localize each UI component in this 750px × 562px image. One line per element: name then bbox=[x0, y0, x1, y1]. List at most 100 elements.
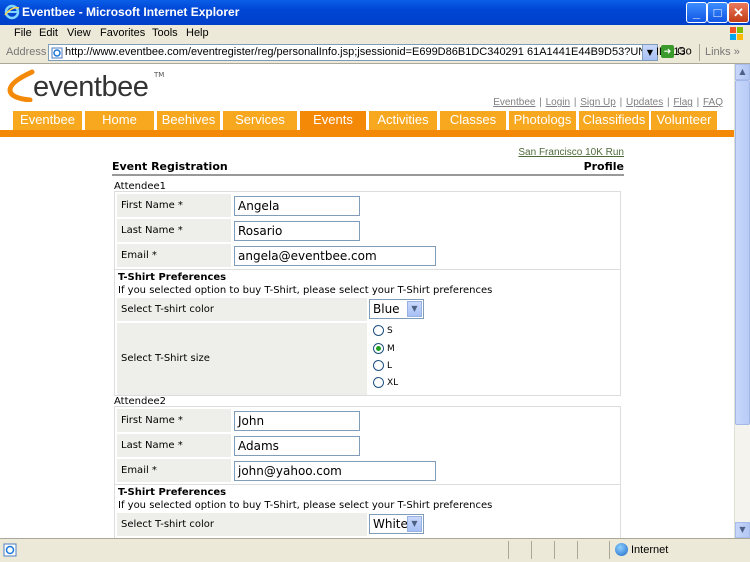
status-divider bbox=[609, 541, 610, 559]
close-button[interactable]: ✕ bbox=[728, 2, 749, 23]
nav-tab-photologs[interactable]: Photologs bbox=[509, 111, 576, 130]
radio-selected-icon bbox=[373, 343, 384, 354]
radio-icon bbox=[373, 360, 384, 371]
tshirt-title: T-Shirt Preferences bbox=[118, 272, 227, 283]
status-divider bbox=[577, 541, 578, 559]
tshirt-instructions: If you selected option to buy T-Shirt, p… bbox=[118, 500, 493, 511]
top-link-login[interactable]: Login bbox=[546, 97, 570, 108]
go-button[interactable]: ➜ Go bbox=[661, 45, 699, 61]
nav-tab-beehives[interactable]: Beehives bbox=[157, 111, 220, 130]
nav-tab-classes[interactable]: Classes bbox=[440, 111, 506, 130]
menu-view[interactable]: View bbox=[67, 27, 91, 39]
size-radio-s[interactable]: S bbox=[373, 325, 393, 336]
nav-tab-activities[interactable]: Activities bbox=[369, 111, 437, 130]
logo-trademark: TM bbox=[154, 71, 165, 79]
menu-bar: File Edit View Favorites Tools Help bbox=[0, 25, 750, 44]
address-bar: Address http://www.eventbee.com/eventreg… bbox=[0, 43, 750, 64]
size-label: XL bbox=[387, 378, 399, 388]
last-name-label: Last Name * bbox=[117, 434, 231, 457]
size-radio-l[interactable]: L bbox=[373, 360, 392, 371]
menu-tools[interactable]: Tools bbox=[152, 27, 178, 39]
section-divider bbox=[115, 484, 620, 485]
attendee-2-section: First Name * John Last Name * Adams Emai… bbox=[114, 406, 621, 538]
radio-icon bbox=[373, 325, 384, 336]
address-url: http://www.eventbee.com/eventregister/re… bbox=[65, 46, 686, 58]
page-status-icon bbox=[3, 543, 17, 557]
tshirt-color-select[interactable]: White ▼ bbox=[369, 514, 424, 534]
nav-tab-events[interactable]: Events bbox=[300, 111, 366, 130]
links-toolbar[interactable]: Links » bbox=[699, 44, 740, 61]
logo-wordmark: eventbee bbox=[33, 71, 149, 103]
last-name-label: Last Name * bbox=[117, 219, 231, 242]
first-name-input[interactable]: Angela bbox=[234, 196, 360, 216]
top-link-signup[interactable]: Sign Up bbox=[580, 97, 616, 108]
size-radio-xl[interactable]: XL bbox=[373, 377, 398, 388]
internet-zone-icon bbox=[615, 543, 628, 556]
top-links: Eventbee | Login | Sign Up | Updates | F… bbox=[493, 97, 723, 108]
vertical-scrollbar[interactable]: ▲ ▼ bbox=[734, 64, 750, 538]
status-divider bbox=[508, 541, 509, 559]
nav-tab-services[interactable]: Services bbox=[223, 111, 297, 130]
title-divider bbox=[112, 174, 624, 176]
first-name-label: First Name * bbox=[117, 409, 231, 432]
ie-icon bbox=[4, 4, 20, 20]
section-divider bbox=[115, 269, 620, 270]
tshirt-color-label: Select T-shirt color bbox=[117, 513, 367, 536]
scroll-up-icon[interactable]: ▲ bbox=[735, 64, 750, 80]
attendee-1-section: First Name * Angela Last Name * Rosario … bbox=[114, 191, 621, 396]
top-link-eventbee[interactable]: Eventbee bbox=[493, 97, 535, 108]
address-dropdown-icon[interactable]: ▼ bbox=[642, 45, 657, 60]
windows-logo-icon bbox=[730, 27, 743, 40]
status-divider bbox=[531, 541, 532, 559]
last-name-input[interactable]: Adams bbox=[234, 436, 360, 456]
tshirt-color-label: Select T-shirt color bbox=[117, 298, 367, 321]
address-input[interactable]: http://www.eventbee.com/eventregister/re… bbox=[48, 44, 686, 61]
page-viewport: eventbee TM Eventbee | Login | Sign Up |… bbox=[0, 64, 734, 538]
links-label: Links bbox=[705, 46, 731, 58]
toolbar-divider bbox=[699, 44, 700, 61]
scrollbar-thumb[interactable] bbox=[735, 80, 750, 425]
logo-swoosh-icon bbox=[7, 69, 35, 102]
nav-tab-classifieds[interactable]: Classifieds bbox=[579, 111, 649, 130]
page-title: Event Registration bbox=[112, 160, 228, 173]
last-name-input[interactable]: Rosario bbox=[234, 221, 360, 241]
profile-label: Profile bbox=[583, 160, 624, 173]
tshirt-color-value: Blue bbox=[373, 302, 400, 316]
chevron-icon: » bbox=[733, 46, 740, 58]
nav-tab-eventbee[interactable]: Eventbee bbox=[13, 111, 82, 130]
scroll-down-icon[interactable]: ▼ bbox=[735, 522, 750, 538]
tshirt-color-select[interactable]: Blue ▼ bbox=[369, 299, 424, 319]
size-label: M bbox=[387, 344, 395, 354]
email-label: Email * bbox=[117, 244, 231, 267]
tshirt-size-label: Select T-Shirt size bbox=[117, 323, 367, 395]
tshirt-color-value: White bbox=[373, 517, 408, 531]
first-name-input[interactable]: John bbox=[234, 411, 360, 431]
address-label: Address bbox=[6, 46, 47, 58]
size-label: S bbox=[387, 326, 393, 336]
email-input[interactable]: angela@eventbee.com bbox=[234, 246, 436, 266]
minimize-button[interactable]: _ bbox=[686, 2, 707, 23]
radio-icon bbox=[373, 377, 384, 388]
event-link[interactable]: San Francisco 10K Run bbox=[518, 147, 624, 158]
status-bar: Internet bbox=[0, 538, 750, 562]
chevron-down-icon: ▼ bbox=[407, 516, 422, 532]
chevron-down-icon: ▼ bbox=[407, 301, 422, 317]
top-link-flag[interactable]: Flag bbox=[673, 97, 692, 108]
menu-file[interactable]: File bbox=[14, 27, 32, 39]
top-link-faq[interactable]: FAQ bbox=[703, 97, 723, 108]
email-input[interactable]: john@yahoo.com bbox=[234, 461, 436, 481]
nav-tab-volunteer[interactable]: Volunteer bbox=[651, 111, 717, 130]
go-label: Go bbox=[677, 45, 692, 58]
top-link-updates[interactable]: Updates bbox=[626, 97, 663, 108]
menu-edit[interactable]: Edit bbox=[39, 27, 58, 39]
tshirt-title: T-Shirt Preferences bbox=[118, 487, 227, 498]
email-label: Email * bbox=[117, 459, 231, 482]
nav-tab-home[interactable]: Home bbox=[85, 111, 154, 130]
maximize-button[interactable]: □ bbox=[707, 2, 728, 23]
menu-favorites[interactable]: Favorites bbox=[100, 27, 145, 39]
menu-help[interactable]: Help bbox=[186, 27, 209, 39]
tshirt-instructions: If you selected option to buy T-Shirt, p… bbox=[118, 285, 493, 296]
size-radio-m[interactable]: M bbox=[373, 343, 395, 354]
status-divider bbox=[554, 541, 555, 559]
security-zone-label: Internet bbox=[631, 544, 669, 556]
